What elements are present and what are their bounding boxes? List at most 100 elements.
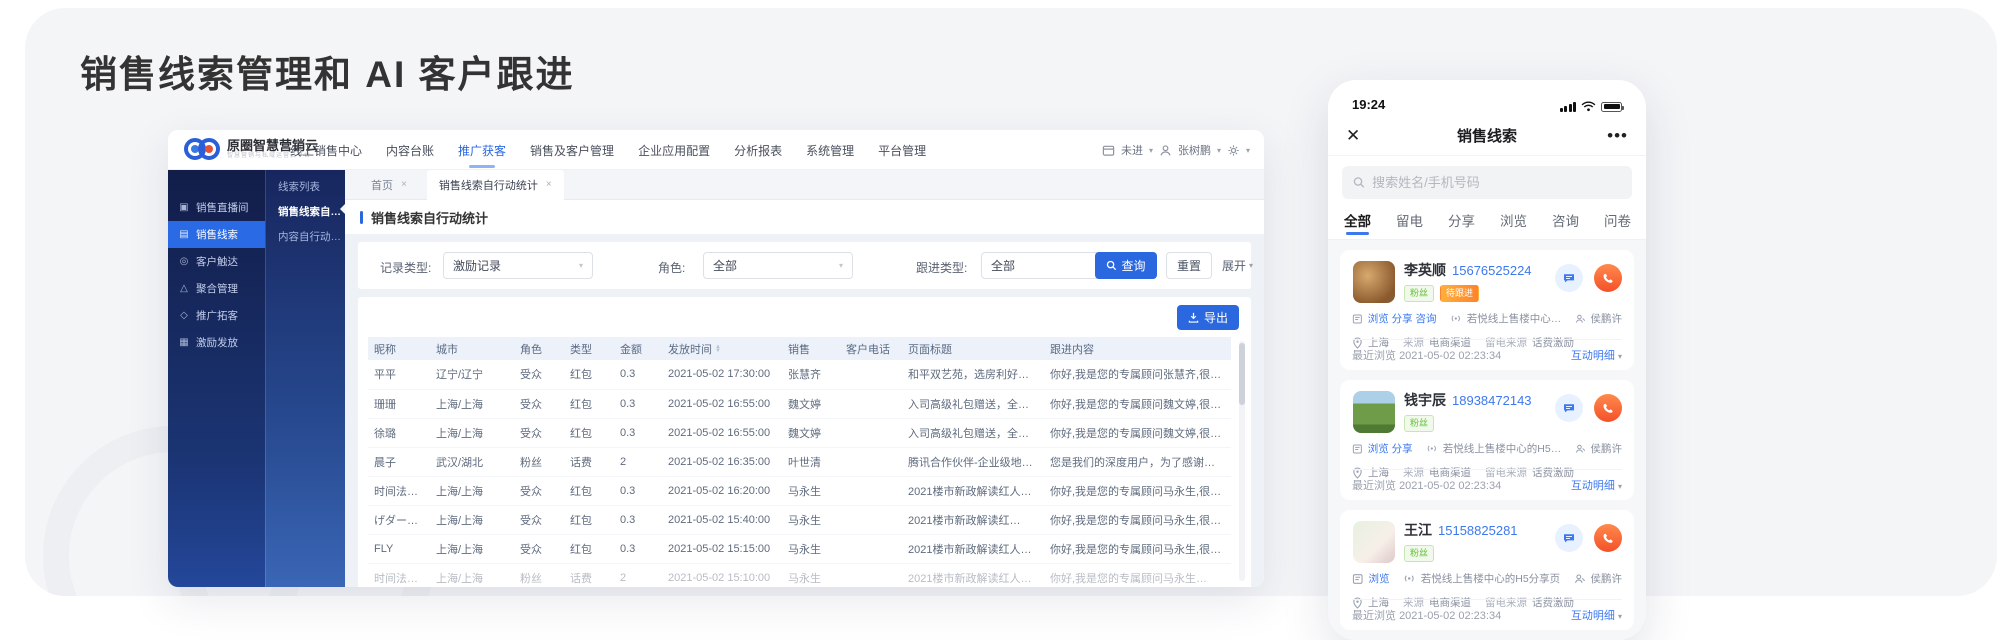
table-cell: 魏文婷 [782,389,840,418]
column-header: 金额 [614,337,662,360]
nav-item[interactable]: 平台管理 [878,142,926,159]
leads-table: 昵称城市角色类型金额发放时间▲▼销售客户电话页面标题跟进内容 平平辽宁/辽宁受众… [368,337,1231,587]
org-name[interactable]: 未进 [1121,142,1143,158]
mobile-tab[interactable]: 浏览 [1500,210,1527,239]
sidebar-item[interactable]: ◎客户触达 [168,248,265,275]
nav-item[interactable]: 线上销售中心 [290,142,362,159]
tab-close-icon[interactable]: × [546,179,552,190]
table-cell: 2021-05-02 16:35:00 [662,447,782,476]
chat-button[interactable] [1555,264,1583,292]
nav-item[interactable]: 内容台账 [386,142,434,159]
signal-icon [1560,102,1577,112]
interaction-detail-link[interactable]: 互动明细 ▾ [1571,347,1622,363]
mobile-title: 销售线索 [1457,125,1517,146]
nav-item[interactable]: 销售及客户管理 [530,142,614,159]
nav-item[interactable]: 分析报表 [734,142,782,159]
page-tab[interactable]: 首页× [359,171,419,199]
sidebar-item-icon: ◎ [178,256,190,267]
expand-button[interactable]: 展开 ▾ [1222,252,1253,279]
close-icon[interactable]: ✕ [1346,127,1360,144]
search-icon [1106,260,1117,271]
sidebar-item[interactable]: ▦激励发放 [168,329,265,356]
mobile-tab[interactable]: 咨询 [1552,210,1579,239]
table-cell: 马永生 [782,563,840,587]
lead-phone[interactable]: 15158825281 [1438,523,1518,538]
user-name[interactable]: 张树鹏 [1178,142,1211,158]
table-cell: 上海/上海 [430,505,514,534]
chat-button[interactable] [1555,524,1583,552]
nav-item[interactable]: 推广获客 [458,142,506,159]
sidebar-item[interactable]: ▣销售直播间 [168,194,265,221]
mobile-tab[interactable]: 问卷 [1604,210,1631,239]
scrollbar-thumb[interactable] [1239,343,1245,405]
status-bar: 19:24 [1328,80,1646,116]
more-icon[interactable]: ••• [1607,126,1628,146]
table-cell: 珊珊 [368,389,430,418]
table-cell: 0.3 [614,476,662,505]
search-box[interactable] [1342,166,1632,199]
lead-behaviors: 浏览 [1368,571,1389,586]
lead-owner: 侯鹏许 [1590,441,1622,456]
table-cell: 张慧齐 [782,360,840,389]
table-cell: 红包 [564,389,614,418]
sidebar-item[interactable]: △聚合管理 [168,275,265,302]
query-button[interactable]: 查询 [1095,252,1157,279]
reset-button[interactable]: 重置 [1166,252,1212,279]
table-header-row: 昵称城市角色类型金额发放时间▲▼销售客户电话页面标题跟进内容 [368,337,1231,360]
submenu-item[interactable]: 内容自行动… [266,220,345,245]
submenu-item[interactable]: 线索列表 [266,170,345,195]
mobile-tab[interactable]: 全部 [1344,210,1371,239]
gear-icon[interactable] [1227,144,1240,157]
call-button[interactable] [1594,524,1622,552]
table-cell: 2021-05-02 16:55:00 [662,418,782,447]
table-cell: 粉丝 [514,447,564,476]
page-tab[interactable]: 销售线索自行动统计× [427,170,564,200]
table-cell: 受众 [514,418,564,447]
lead-card[interactable]: 钱宇辰 18938472143 粉丝 浏览 分享 若悦线上售楼中心的H5… 侯鹏… [1340,380,1634,500]
table-cell: 话费 [564,447,614,476]
column-header: 昵称 [368,337,430,360]
lead-card[interactable]: 王江 15158825281 粉丝 浏览 若悦线上售楼中心的H5分享页 侯鹏许 … [1340,510,1634,630]
role-select[interactable]: 全部 ▾ [703,252,853,279]
lead-phone[interactable]: 15676525224 [1452,263,1532,278]
recent-time: 2021-05-02 02:23:34 [1399,610,1501,622]
sort-icon[interactable]: ▲▼ [715,346,721,353]
interaction-detail-link[interactable]: 互动明细 ▾ [1571,477,1622,493]
sidebar-item[interactable]: ▤销售线索 [168,221,265,248]
call-button[interactable] [1594,394,1622,422]
call-button[interactable] [1594,264,1622,292]
chat-button[interactable] [1555,394,1583,422]
sidebar-item[interactable]: ◇推广拓客 [168,302,265,329]
nav-item[interactable]: 系统管理 [806,142,854,159]
mobile-tab[interactable]: 留电 [1396,210,1423,239]
table-cell: 话费 [564,563,614,587]
filter-label-followup-type: 跟进类型: [916,259,967,276]
chevron-down-icon: ▾ [579,261,583,270]
submenu-item[interactable]: 销售线索自… [266,195,345,220]
table-cell: 叶世清 [782,447,840,476]
search-input[interactable] [1372,175,1621,190]
lead-card[interactable]: 李英顺 15676525224 粉丝待跟进 浏览 分享 咨询 若悦线上售楼中心…… [1340,250,1634,370]
lead-phone[interactable]: 18938472143 [1452,393,1532,408]
table-cell: 您是我们的深度用户，为了感谢您… [1044,447,1231,476]
record-type-select[interactable]: 激励记录 ▾ [443,252,593,279]
export-button[interactable]: 导出 [1177,305,1239,330]
mobile-tab[interactable]: 分享 [1448,210,1475,239]
tab-close-icon[interactable]: × [401,179,407,190]
table-cell: 2021-05-02 15:40:00 [662,505,782,534]
interaction-detail-link[interactable]: 互动明细 ▾ [1571,607,1622,623]
form-icon [1352,443,1363,455]
column-header: 发放时间▲▼ [662,337,782,360]
table-cell: 0.3 [614,505,662,534]
table-cell: 受众 [514,360,564,389]
table-cell: 0.3 [614,418,662,447]
table-cell: 你好,我是您的专属顾问马永生,很… [1044,476,1231,505]
table-cell [840,389,902,418]
form-icon [1352,573,1363,585]
table-cell: 腾讯合作伙伴-企业级地产… [902,447,1044,476]
nav-item[interactable]: 企业应用配置 [638,142,710,159]
owner-icon [1575,443,1586,455]
table-row: 徐璐上海/上海受众红包0.32021-05-02 16:55:00魏文婷入司高级… [368,418,1231,447]
table-cell: 2021-05-02 15:10:00 [662,563,782,587]
wifi-icon [1581,101,1596,112]
